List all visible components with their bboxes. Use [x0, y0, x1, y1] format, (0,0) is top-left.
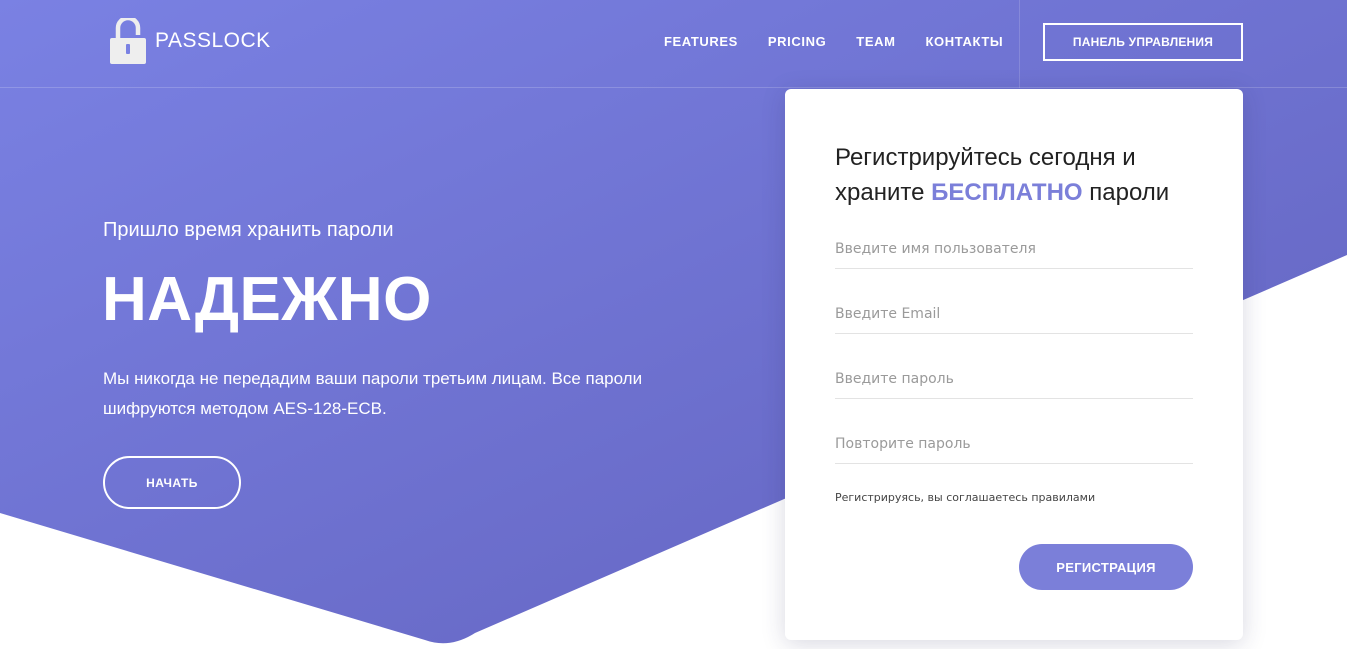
register-button[interactable]: РЕГИСТРАЦИЯ — [1019, 544, 1193, 590]
hero-title: НАДЕЖНО — [102, 265, 432, 334]
padlock-icon — [110, 18, 146, 64]
password-repeat-field[interactable] — [835, 424, 1193, 464]
terms-link[interactable]: правилами — [1031, 491, 1095, 504]
nav-divider — [1019, 0, 1020, 88]
nav-item-contacts[interactable]: КОНТАКТЫ — [926, 34, 1004, 49]
start-button[interactable]: НАЧАТЬ — [103, 456, 241, 509]
username-field[interactable] — [835, 229, 1193, 269]
form-heading-text-end: пароли — [1082, 179, 1170, 206]
form-heading-accent: БЕСПЛАТНО — [931, 179, 1083, 206]
top-navigation: PASSLOCK FEATURES PRICING TEAM КОНТАКТЫ … — [0, 0, 1347, 88]
form-heading: Регистрируйтесь сегодня и храните БЕСПЛА… — [835, 140, 1205, 210]
dashboard-button[interactable]: ПАНЕЛЬ УПРАВЛЕНИЯ — [1043, 23, 1243, 61]
nav-item-pricing[interactable]: PRICING — [768, 34, 826, 49]
registration-card: Регистрируйтесь сегодня и храните БЕСПЛА… — [785, 89, 1243, 640]
nav-item-features[interactable]: FEATURES — [664, 34, 738, 49]
password-field[interactable] — [835, 359, 1193, 399]
nav-links: FEATURES PRICING TEAM КОНТАКТЫ — [664, 34, 1003, 49]
hero-description: Мы никогда не передадим ваши пароли трет… — [103, 369, 643, 418]
hero-subtitle: Пришло время хранить пароли — [103, 219, 394, 241]
email-field[interactable] — [835, 294, 1193, 334]
logo-text: PASSLOCK — [155, 29, 271, 52]
terms-agreement: Регистрируясь, вы соглашаетесь правилами — [835, 491, 1095, 504]
terms-text: Регистрируясь, вы соглашаетесь — [835, 491, 1032, 504]
nav-item-team[interactable]: TEAM — [856, 34, 895, 49]
logo[interactable]: PASSLOCK — [109, 18, 271, 64]
